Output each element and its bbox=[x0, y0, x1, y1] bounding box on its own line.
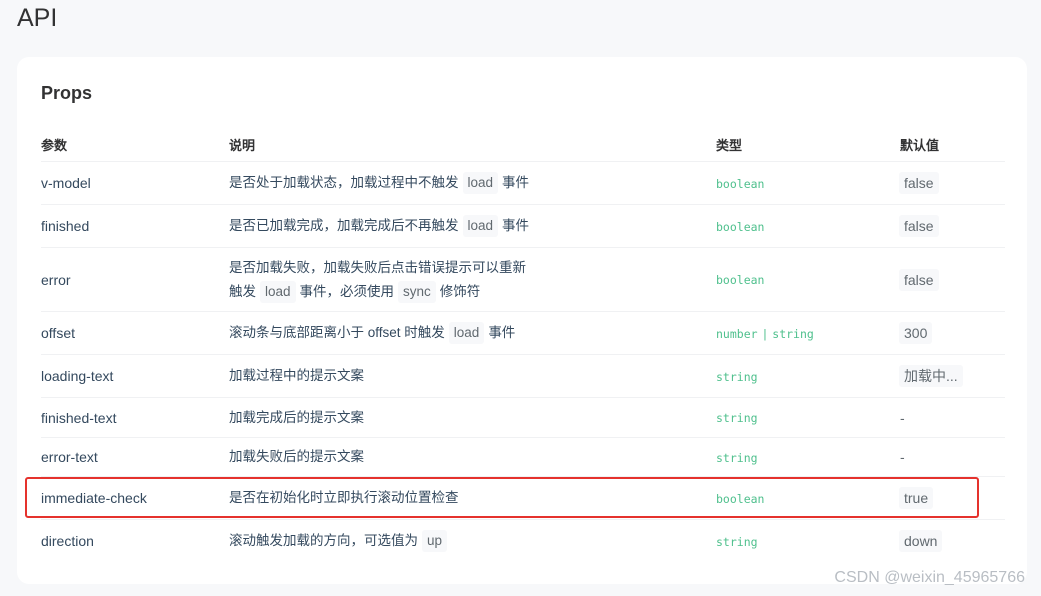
desc-text: 是否在初始化时立即执行滚动位置检查 bbox=[229, 490, 459, 505]
table-row: error 是否加载失败，加载失败后点击错误提示可以重新 触发 load 事件，必须… bbox=[41, 247, 1005, 312]
desc-text: 加载完成后的提示文案 bbox=[229, 409, 364, 425]
prop-name: direction bbox=[41, 533, 94, 550]
prop-default: 加载中... bbox=[899, 354, 1005, 398]
type-value: string bbox=[716, 411, 758, 425]
header-default: 默认值 bbox=[900, 127, 1005, 162]
inline-code: load bbox=[448, 322, 485, 344]
prop-default: false bbox=[899, 161, 1005, 205]
table-row: loading-text 加载过程中的提示文案 string 加载中... bbox=[41, 354, 1005, 398]
prop-name: error bbox=[41, 247, 229, 312]
table-row: v-model 是否处于加载状态，加载过程中不触发 load 事件 boolean … bbox=[41, 161, 1005, 205]
desc-text: 滚动触发加载的方向，可选值为 bbox=[229, 533, 418, 549]
desc-text: 加载过程中的提示文案 bbox=[229, 368, 364, 383]
table-row: finished-text 加载完成后的提示文案 string - bbox=[41, 397, 1005, 438]
prop-type: boolean bbox=[716, 204, 900, 248]
default-value: 300 bbox=[899, 322, 933, 344]
table-row: direction 滚动触发加载的方向，可选值为 up string down bbox=[41, 520, 1005, 563]
desc-text: 事件 bbox=[488, 325, 516, 340]
type-value: boolean bbox=[716, 273, 765, 287]
prop-desc: 滚动触发加载的方向，可选值为 up bbox=[229, 520, 716, 563]
type-value: string bbox=[716, 450, 758, 465]
table-row: immediate-check 是否在初始化时立即执行滚动位置检查 boolea… bbox=[41, 476, 1005, 520]
desc-text: 滚动条与底部距离小于 offset 时触发 bbox=[229, 325, 445, 340]
default-value: - bbox=[900, 409, 905, 426]
prop-name: finished-text bbox=[41, 397, 229, 438]
desc-text: 是否已加载完成，加载完成后不再触发 bbox=[229, 218, 459, 233]
desc-text: 事件 bbox=[502, 218, 530, 233]
inline-code: load bbox=[462, 215, 499, 237]
header-type: 类型 bbox=[716, 127, 900, 162]
prop-type: string bbox=[716, 520, 900, 563]
type-value: number bbox=[716, 326, 758, 341]
prop-name: error-text bbox=[41, 437, 229, 477]
desc-text: 触发 bbox=[229, 283, 256, 299]
table-row: finished 是否已加载完成，加载完成后不再触发 load 事件 boolean… bbox=[41, 204, 1005, 248]
prop-type: string bbox=[716, 354, 900, 398]
prop-default: false bbox=[899, 204, 1005, 248]
inline-code: load bbox=[260, 280, 296, 303]
prop-default: true bbox=[899, 476, 1005, 520]
section-title: Props bbox=[41, 83, 93, 103]
prop-type: boolean bbox=[716, 161, 900, 205]
table-row: error-text 加载失败后的提示文案 string - bbox=[41, 437, 1005, 477]
default-value: false bbox=[899, 215, 939, 237]
default-value: - bbox=[900, 449, 905, 465]
inline-code: sync bbox=[398, 280, 436, 303]
prop-desc: 是否加载失败，加载失败后点击错误提示可以重新 触发 load 事件，必须使用 sync… bbox=[229, 247, 716, 312]
prop-desc: 加载完成后的提示文案 bbox=[229, 397, 716, 438]
prop-name: finished bbox=[41, 204, 229, 248]
page-title: API bbox=[17, 4, 58, 32]
prop-default: down bbox=[899, 520, 1005, 563]
prop-type: string bbox=[716, 397, 900, 438]
prop-type: string bbox=[716, 437, 900, 477]
type-value: string bbox=[772, 326, 814, 341]
default-value: false bbox=[899, 172, 939, 194]
type-value: string bbox=[716, 534, 758, 549]
default-value: down bbox=[899, 530, 943, 553]
header-desc: 说明 bbox=[229, 127, 716, 162]
desc-text: 事件，必须使用 bbox=[299, 283, 395, 299]
inline-code: load bbox=[462, 172, 499, 194]
prop-desc: 是否在初始化时立即执行滚动位置检查 bbox=[229, 476, 716, 520]
desc-text: 是否处于加载状态，加载过程中不触发 bbox=[229, 175, 459, 190]
prop-type: boolean bbox=[716, 476, 900, 520]
table-header-row: 参数 说明 类型 默认值 bbox=[41, 127, 1005, 162]
header-param: 参数 bbox=[41, 127, 229, 162]
type-value: string bbox=[716, 369, 758, 384]
desc-text: 加载失败后的提示文案 bbox=[229, 449, 364, 464]
prop-type: boolean bbox=[716, 247, 900, 312]
desc-text: 修饰符 bbox=[439, 283, 481, 299]
prop-desc: 加载失败后的提示文案 bbox=[229, 437, 716, 477]
prop-default: 300 bbox=[899, 311, 1005, 355]
prop-desc: 是否已加载完成，加载完成后不再触发 load 事件 bbox=[229, 204, 716, 248]
type-separator: | bbox=[761, 326, 769, 341]
desc-text: 事件 bbox=[502, 175, 530, 190]
desc-text: 是否加载失败，加载失败后点击错误提示可以重新 bbox=[229, 259, 526, 275]
prop-name: offset bbox=[41, 311, 229, 355]
prop-desc: 加载过程中的提示文案 bbox=[229, 354, 716, 398]
type-value: boolean bbox=[716, 491, 765, 506]
props-table: 参数 说明 类型 默认值 v-model 是否处于加载状态，加载过程中不触发 lo… bbox=[41, 127, 1005, 563]
prop-desc: 是否处于加载状态，加载过程中不触发 load 事件 bbox=[229, 161, 716, 205]
default-value: 加载中... bbox=[899, 365, 963, 387]
prop-name: immediate-check bbox=[41, 476, 229, 520]
prop-default: - bbox=[900, 437, 1005, 477]
type-value: boolean bbox=[716, 176, 765, 191]
prop-name: v-model bbox=[41, 161, 229, 205]
default-value: true bbox=[899, 487, 934, 509]
inline-code: up bbox=[422, 530, 448, 553]
prop-type: number | string bbox=[716, 311, 900, 355]
prop-desc: 滚动条与底部距离小于 offset 时触发 load 事件 bbox=[229, 311, 716, 355]
props-card: Props 参数 说明 类型 默认值 v-model 是否处于加载状态，加载过程… bbox=[17, 57, 1027, 584]
prop-default: - bbox=[900, 397, 1005, 438]
table-row: offset 滚动条与底部距离小于 offset 时触发 load 事件 numbe… bbox=[41, 311, 1005, 355]
prop-name: loading-text bbox=[41, 354, 229, 398]
type-value: boolean bbox=[716, 219, 765, 234]
watermark: CSDN @weixin_45965766 bbox=[834, 569, 1025, 586]
prop-default: false bbox=[899, 247, 1005, 312]
default-value: false bbox=[899, 268, 939, 291]
